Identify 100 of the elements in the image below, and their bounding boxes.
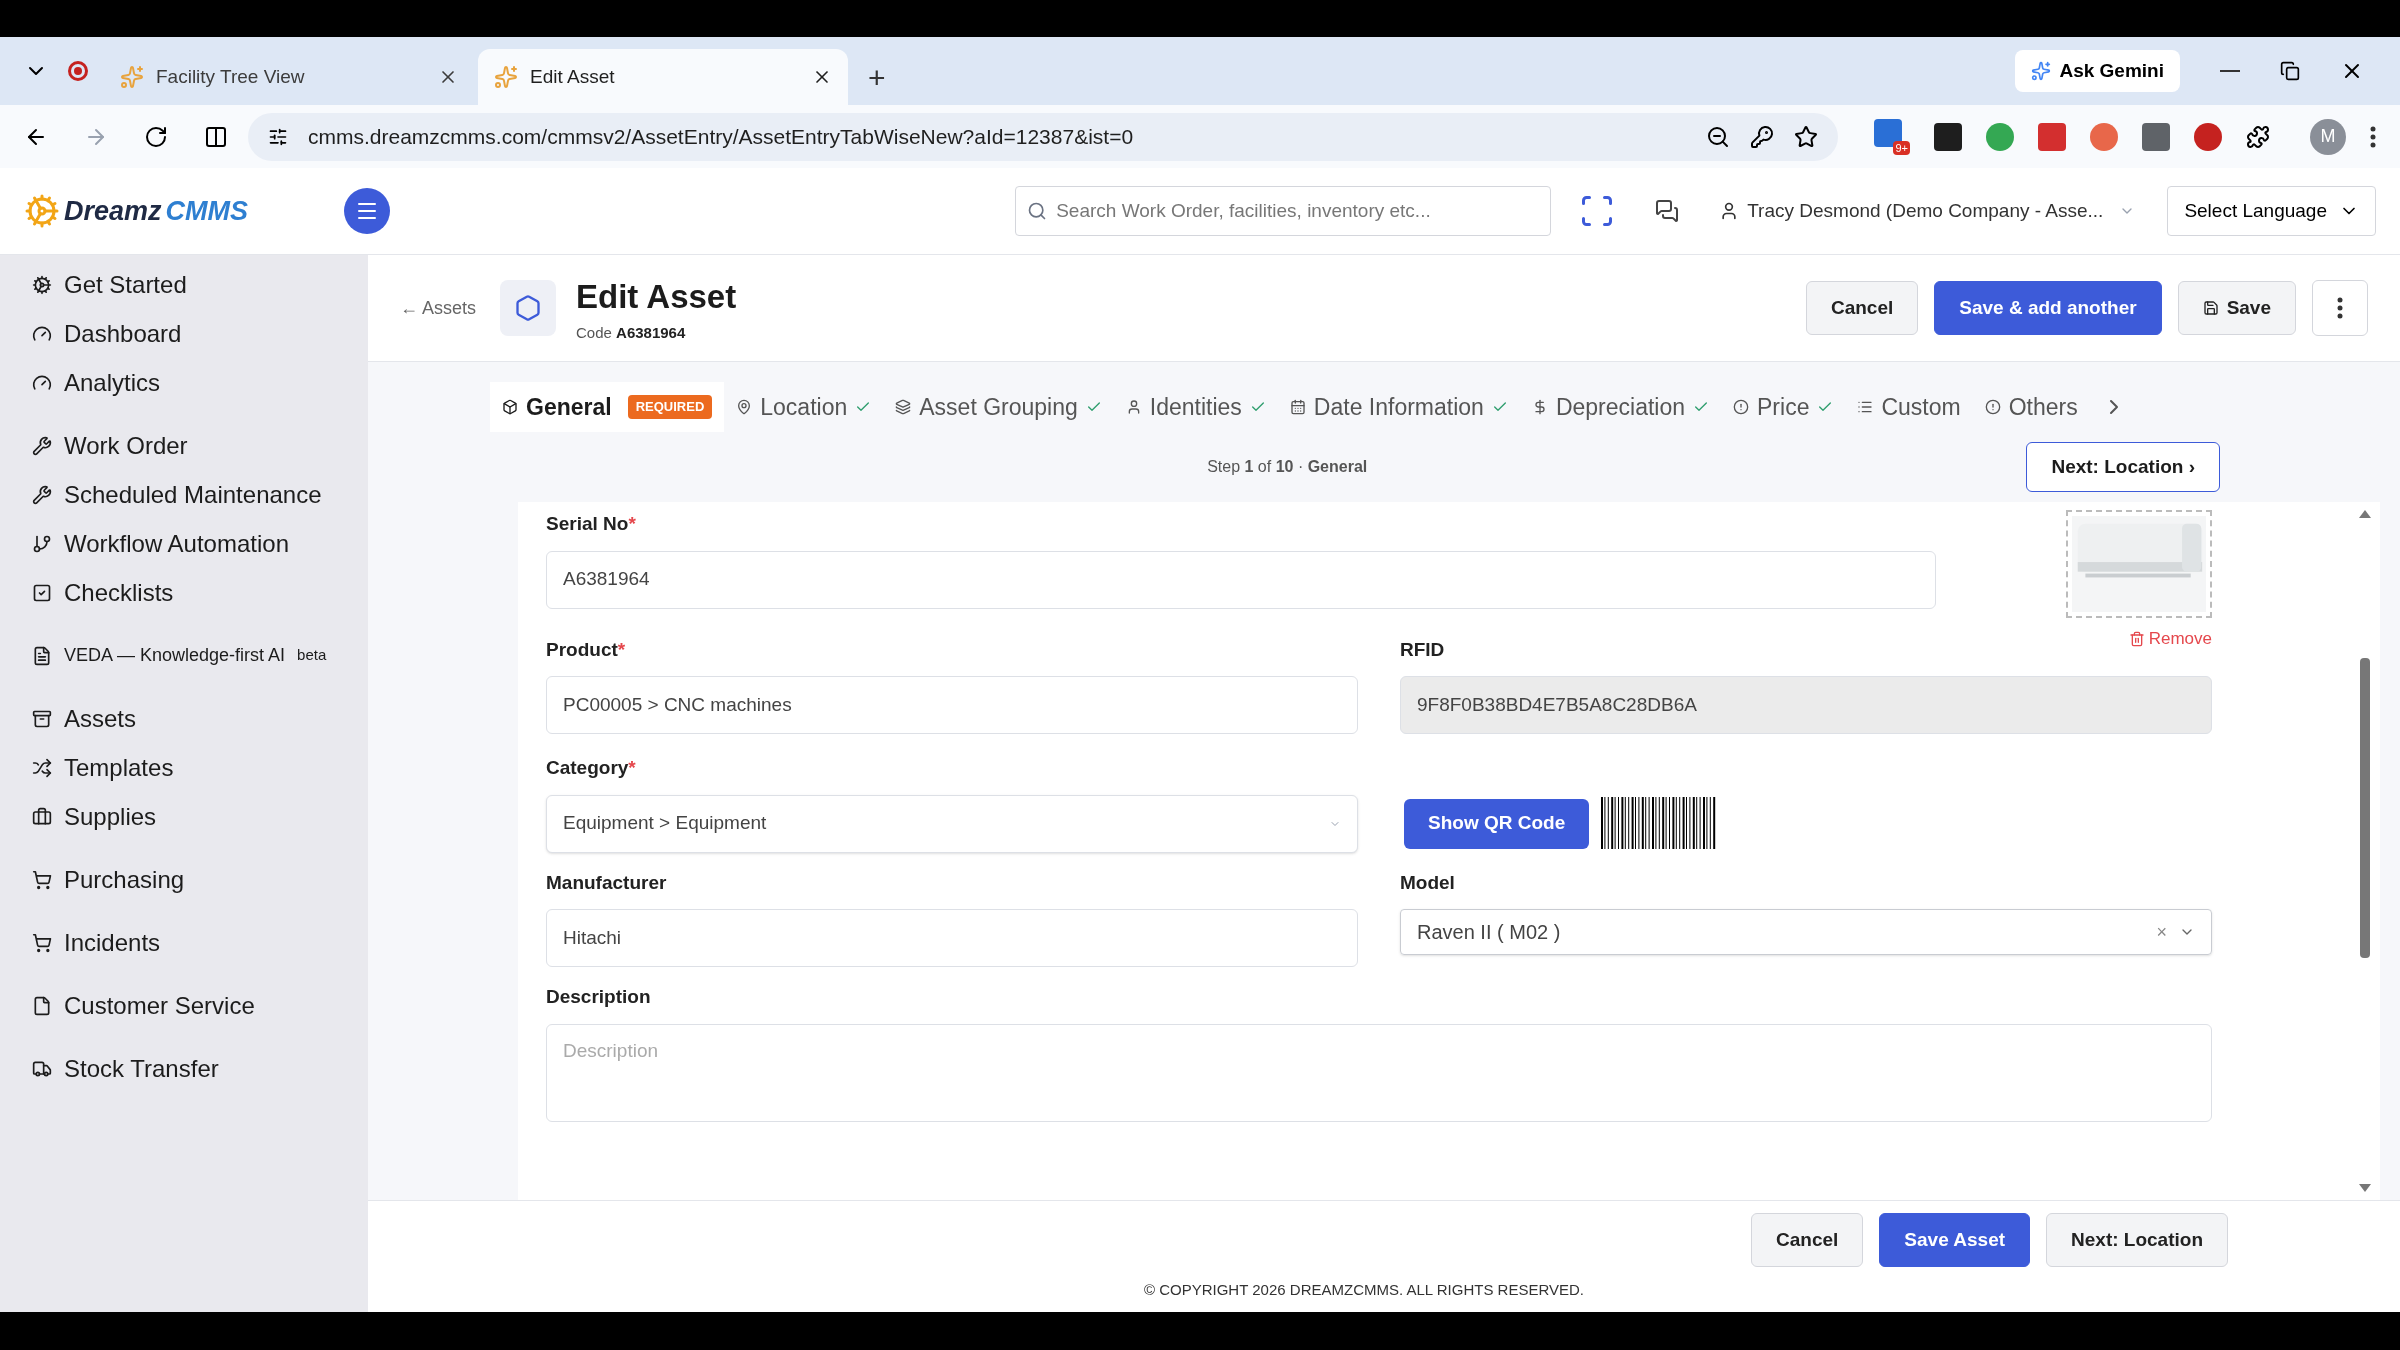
sidebar-item[interactable]: Scheduled Maintenance (32, 477, 368, 512)
step-tab[interactable]: Location (724, 382, 884, 432)
split-view-icon (204, 124, 228, 149)
restore-icon (2280, 61, 2300, 81)
extension-icon[interactable] (1934, 122, 1962, 151)
clear-button[interactable]: × (2156, 918, 2167, 946)
record-icon[interactable] (68, 61, 88, 81)
logo[interactable]: DreamzCMMS (24, 190, 344, 232)
info-icon (1733, 399, 1749, 415)
gear-icon (24, 193, 60, 229)
secondary-button[interactable]: Cancel (1751, 1213, 1864, 1267)
description-field[interactable]: Description (546, 1023, 2212, 1122)
briefcase-icon (32, 806, 52, 827)
asset-badge (500, 280, 557, 336)
step-tab[interactable]: Asset Grouping (883, 382, 1114, 432)
secondary-button[interactable]: Cancel (1805, 281, 1919, 335)
secondary-button[interactable]: Next: Location (2046, 1213, 2228, 1267)
sidebar-item[interactable]: Templates (32, 750, 368, 785)
sparkle-icon (2031, 61, 2052, 81)
sidebar-item[interactable]: Purchasing (32, 862, 368, 897)
search-icon (1027, 201, 1048, 221)
language-select[interactable]: Select Language (2167, 186, 2376, 236)
input-field[interactable]: PC00005 > CNC machines (546, 676, 1358, 734)
ask-gemini-button[interactable]: Ask Gemini (2015, 50, 2180, 92)
sidebar-item[interactable]: VEDA — Knowledge-first AI beta (32, 638, 368, 673)
field-label: Manufacturer (546, 870, 667, 895)
asset-code: Code A6381964 (576, 322, 687, 343)
field-label: Category* (546, 756, 636, 780)
cube-icon (502, 399, 518, 415)
remove-link[interactable]: Remove (2128, 626, 2212, 652)
page-title: Edit Asset (576, 277, 737, 317)
select-field[interactable]: Equipment > Equipment (546, 794, 1358, 853)
sidebar-item[interactable]: Customer Service (32, 988, 368, 1023)
field-label: Serial No* (546, 512, 636, 536)
file-icon (32, 995, 52, 1016)
copyright-text: © COPYRIGHT 2026 DREAMZCMMS. ALL RIGHTS RESERVED. (1142, 1280, 1585, 1300)
input-field[interactable]: Hitachi (546, 909, 1358, 967)
scroll-down-icon[interactable] (2359, 1184, 2371, 1192)
menu-button[interactable] (344, 188, 390, 234)
branch-icon (32, 533, 52, 554)
show-qr-button[interactable]: Show QR Code (1404, 798, 1590, 849)
more-icon (2337, 297, 2343, 319)
step-tab[interactable]: Depreciation (1519, 382, 1721, 432)
browser-tab[interactable]: Edit Asset (478, 49, 848, 105)
scrollbar-thumb[interactable] (2360, 658, 2370, 958)
step-tab[interactable]: Others (1972, 382, 2090, 432)
info-icon (1984, 399, 2001, 415)
sidebar-item[interactable]: Work Order (32, 428, 368, 463)
step-tab[interactable]: Date Information (1277, 382, 1520, 432)
save-icon (2202, 300, 2219, 316)
back-link[interactable]: ← Assets (400, 294, 477, 322)
new-tab-button[interactable]: + (852, 49, 902, 105)
address-bar[interactable]: cmms.dreamzcmms.com/cmmsv2/AssetEntry/AssetEntryTabWiseNew?aId=12387&ist=0 (248, 112, 1838, 161)
field-label: Product* (546, 637, 626, 662)
chat-icon[interactable] (1655, 199, 1680, 223)
field-label: RFID (1400, 637, 1445, 662)
primary-button[interactable]: Save Asset (1879, 1213, 2031, 1267)
star-icon (1794, 124, 1818, 149)
input-field[interactable]: 9F8F0B38BD4E7B5A8C28DB6A (1400, 676, 2212, 734)
primary-button[interactable]: Save & add another (1934, 281, 2162, 335)
archive-icon (32, 708, 52, 729)
step-indicator: Step 1 of 10 · General (1206, 457, 1369, 477)
document-icon (32, 645, 52, 666)
scroll-up-icon[interactable] (2359, 510, 2371, 518)
more-icon[interactable] (2370, 125, 2376, 148)
sidebar-item[interactable]: Get Started (32, 267, 368, 302)
shuffle-icon (32, 757, 52, 778)
search-field[interactable]: Search Work Order, facilities, inventory etc... (1015, 186, 1552, 236)
secondary-button[interactable]: Save (2177, 281, 2296, 335)
step-tab[interactable]: Identities (1113, 382, 1278, 432)
field-label: Description (546, 985, 651, 1009)
next-step-button[interactable]: Next: Location › (2026, 442, 2220, 492)
sidebar-item[interactable]: Assets (32, 701, 368, 736)
calendar-icon (1289, 399, 1306, 415)
field-label: Model (1400, 870, 1455, 895)
user-menu[interactable]: Tracy Desmond (Demo Company - Asse... (1719, 196, 2136, 226)
sidebar-item[interactable]: Analytics (32, 365, 368, 400)
sidebar-item[interactable]: Stock Transfer (32, 1051, 368, 1086)
step-tab[interactable]: General REQUIRED (490, 382, 725, 432)
site-info-icon (268, 126, 288, 147)
sidebar-item[interactable]: Workflow Automation (32, 526, 368, 561)
puzzle-icon (2246, 124, 2270, 149)
sidebar-item[interactable]: Dashboard (32, 316, 368, 351)
url-text: cmms.dreamzcmms.com/cmmsv2/AssetEntry/AssetEntryTabWiseNew?aId=12387&ist=0 (308, 123, 1135, 150)
sidebar-item[interactable]: Supplies (32, 799, 368, 834)
wrench-icon (32, 484, 52, 505)
step-tab[interactable]: Custom (1845, 382, 1973, 432)
pin-icon (736, 399, 753, 415)
cart-icon (32, 869, 52, 890)
sidebar-item[interactable]: Checklists (32, 575, 368, 610)
wrench-icon (32, 435, 52, 456)
input-field[interactable]: A6381964 (546, 550, 1936, 609)
required-badge: REQUIRED (627, 395, 713, 419)
beta-label: beta (297, 645, 327, 666)
extension-badge: 9+ (1893, 140, 1910, 155)
step-tab[interactable]: Price (1721, 382, 1846, 432)
trash-icon (2128, 630, 2145, 647)
browser-tab[interactable]: Facility Tree View (104, 49, 474, 105)
sidebar-item[interactable]: Incidents (32, 925, 368, 960)
select-field[interactable]: Raven II ( M02 ) × (1400, 909, 2212, 955)
